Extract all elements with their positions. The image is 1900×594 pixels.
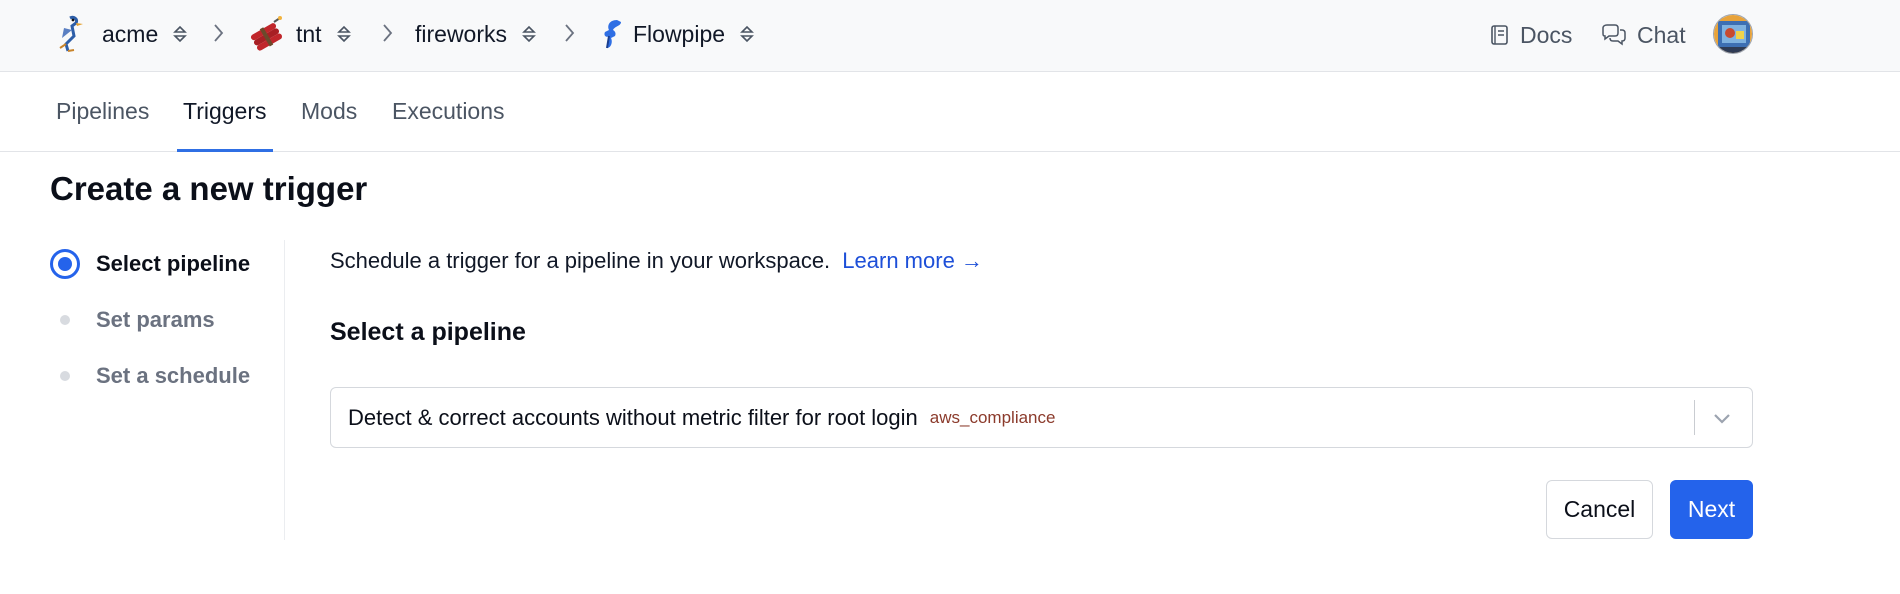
chat-label: Chat xyxy=(1637,21,1686,48)
flowpipe-logo-icon xyxy=(597,14,625,54)
switcher-icon[interactable] xyxy=(172,23,188,45)
chevron-right-icon xyxy=(565,24,575,42)
chevron-down-icon[interactable] xyxy=(1709,406,1735,430)
step-label: Set params xyxy=(96,307,215,332)
switcher-icon[interactable] xyxy=(521,23,537,45)
wizard-steps: Select pipeline Set params Set a schedul… xyxy=(50,240,285,540)
tab-mods[interactable]: Mods xyxy=(301,72,357,152)
top-bar: acme tnt fireworks Flowpipe Docs Chat xyxy=(0,0,1900,72)
intro-text: Schedule a trigger for a pipeline in you… xyxy=(330,248,983,274)
step-label: Set a schedule xyxy=(96,363,251,388)
step-pending-icon xyxy=(50,361,80,391)
pipeline-mod-tag: aws_compliance xyxy=(929,407,1056,427)
step-set-params[interactable]: Set params xyxy=(50,300,215,340)
step-label: Select pipeline xyxy=(96,251,251,276)
breadcrumb-item-tnt[interactable]: tnt xyxy=(246,14,352,54)
docs-label: Docs xyxy=(1520,21,1573,48)
intro-description: Schedule a trigger for a pipeline in you… xyxy=(330,248,831,273)
page-title: Create a new trigger xyxy=(50,170,368,207)
breadcrumb-label: acme xyxy=(102,20,159,47)
breadcrumb-label: fireworks xyxy=(415,20,508,47)
active-tab-indicator xyxy=(177,149,273,152)
switcher-icon[interactable] xyxy=(336,23,352,45)
chevron-right-icon xyxy=(214,24,224,42)
cancel-button[interactable]: Cancel xyxy=(1546,480,1653,539)
book-icon xyxy=(1491,25,1508,45)
pipeline-select-value: Detect & correct accounts without metric… xyxy=(348,388,1055,447)
step-set-schedule[interactable]: Set a schedule xyxy=(50,356,250,396)
roadrunner-logo-icon xyxy=(52,14,92,54)
dynamite-logo-icon xyxy=(246,14,286,54)
next-button[interactable]: Next xyxy=(1670,480,1753,539)
tab-pipelines[interactable]: Pipelines xyxy=(56,72,149,152)
chat-bubbles-icon xyxy=(1602,24,1626,46)
breadcrumb-label: Flowpipe xyxy=(633,20,726,47)
breadcrumb-item-flowpipe[interactable]: Flowpipe xyxy=(597,14,755,54)
section-title: Select a pipeline xyxy=(330,318,526,346)
pipeline-name: Detect & correct accounts without metric… xyxy=(348,404,918,430)
avatar[interactable] xyxy=(1713,14,1753,54)
pipeline-select[interactable]: Detect & correct accounts without metric… xyxy=(330,387,1753,448)
docs-link[interactable]: Docs xyxy=(1490,18,1572,52)
breadcrumb-label: tnt xyxy=(296,20,322,47)
select-divider xyxy=(1694,400,1695,435)
step-select-pipeline[interactable]: Select pipeline xyxy=(50,244,250,284)
tab-bar: Pipelines Triggers Mods Executions xyxy=(0,72,1900,152)
learn-more-link[interactable]: Learn more → xyxy=(842,248,983,273)
chat-link[interactable]: Chat xyxy=(1601,18,1686,52)
switcher-icon[interactable] xyxy=(739,23,755,45)
breadcrumb-item-acme[interactable]: acme xyxy=(52,14,188,54)
chevron-right-icon xyxy=(383,24,393,42)
tab-triggers[interactable]: Triggers xyxy=(183,72,267,152)
step-active-icon xyxy=(50,249,80,279)
step-pending-icon xyxy=(50,305,80,335)
tab-executions[interactable]: Executions xyxy=(392,72,505,152)
breadcrumb-item-fireworks[interactable]: fireworks xyxy=(415,14,537,54)
